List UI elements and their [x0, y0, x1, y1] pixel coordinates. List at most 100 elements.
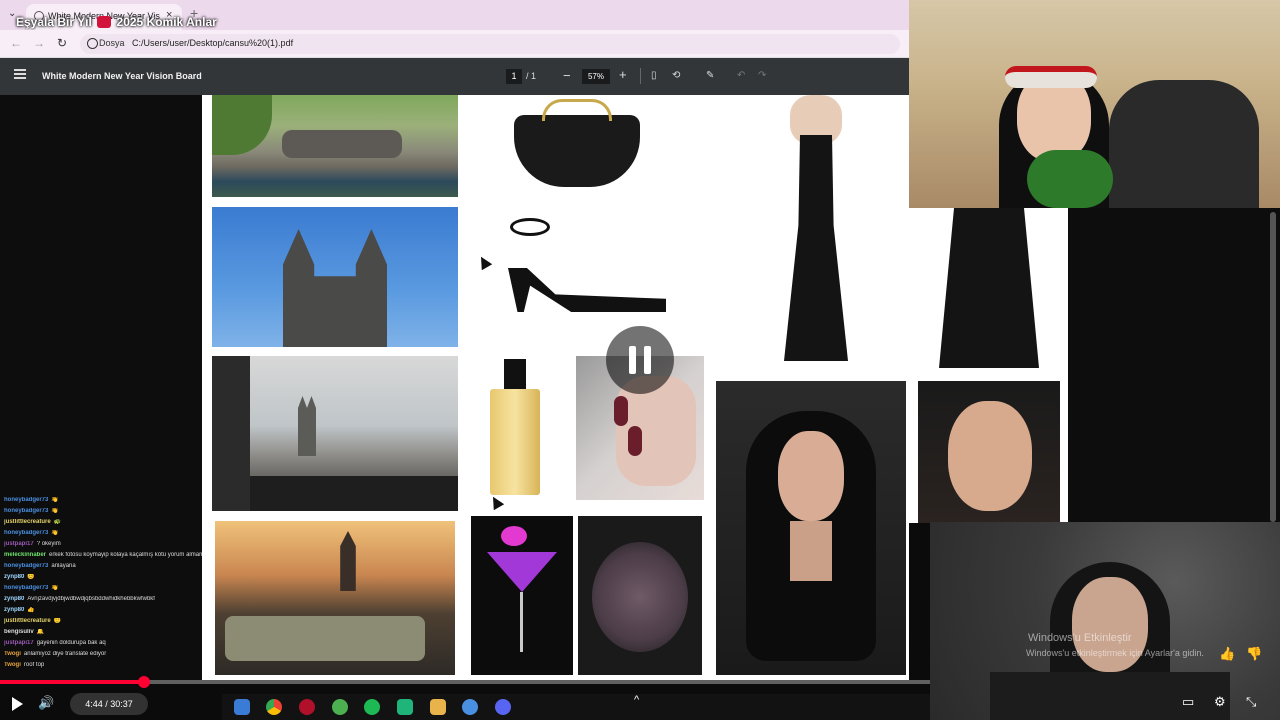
right-dark-panel — [1068, 208, 1280, 523]
chat-text: roof top — [23, 662, 45, 668]
webcam-top — [909, 0, 1280, 208]
chat-message: honeybadger73 👋 — [4, 585, 202, 592]
zoom-out-button[interactable]: − — [563, 68, 571, 83]
chat-username[interactable]: Twogi — [4, 651, 21, 657]
back-button[interactable]: ← — [10, 36, 22, 50]
volume-icon[interactable]: 🔊 — [38, 695, 54, 711]
chat-text: 🐢 — [53, 519, 62, 525]
pdf-page-extension — [909, 208, 1068, 523]
thumbs-up-icon[interactable]: 👍 — [1219, 646, 1235, 662]
cologne-cathedral-image — [212, 207, 458, 347]
exit-fullscreen-icon[interactable]: ⤡ — [1246, 694, 1256, 710]
chat-username[interactable]: honeybadger73 — [4, 563, 48, 569]
chat-message: zynp80 👍 — [4, 607, 202, 614]
rotate-icon[interactable]: ⟲ — [672, 70, 680, 81]
settings-gear-icon[interactable]: ⚙ — [1214, 694, 1226, 710]
chat-text: 👋 — [51, 530, 59, 536]
captions-icon[interactable]: ▭ — [1182, 694, 1194, 710]
reload-button[interactable]: ↻ — [57, 36, 67, 50]
annotate-icon[interactable]: ✎ — [706, 70, 714, 81]
chat-message: honeybadger73 👋 — [4, 497, 202, 504]
cafe-city-view-image — [212, 356, 458, 511]
thumbs-down-icon[interactable]: 👎 — [1246, 646, 1262, 662]
menu-icon[interactable] — [14, 69, 26, 79]
chat-username[interactable]: zynp80 — [4, 607, 24, 613]
black-handbag-image — [502, 95, 652, 195]
rooftop-terrace-image — [215, 521, 455, 675]
portrait-model-2-image — [918, 381, 1060, 523]
black-gown-image — [762, 95, 870, 363]
chat-username[interactable]: honeybadger73 — [4, 530, 48, 536]
url-text[interactable]: C:/Users/user/Desktop/cansu%20(1).pdf — [132, 38, 293, 48]
stream-title-part1: Eşya — [16, 15, 45, 29]
stream-title-part2: la Bir Yıl — [44, 15, 92, 29]
chat-username[interactable]: justlittlecreature — [4, 618, 51, 624]
chat-username[interactable]: Twogi — [4, 662, 21, 668]
chat-username[interactable]: justlittlecreature — [4, 519, 51, 525]
redo-icon[interactable]: ↷ — [758, 70, 766, 81]
forward-button[interactable]: → — [33, 36, 45, 50]
chat-text: 👍 — [27, 607, 35, 613]
portrait-model-1-image — [716, 381, 906, 675]
undo-icon[interactable]: ↶ — [737, 70, 745, 81]
chat-text: anlamiyoz diye translate ediyor — [23, 651, 107, 657]
chat-text: 👋 — [51, 585, 59, 591]
address-bar-row: ← → ↻ Dosya C:/Users/user/Desktop/cansu%… — [0, 30, 909, 58]
chat-username[interactable]: meleckinnaber — [4, 552, 46, 558]
security-chip[interactable]: Dosya — [99, 38, 125, 48]
zoo-elephants-image — [212, 95, 458, 197]
toolbar-divider — [640, 68, 641, 84]
chat-message: honeybadger73 anlayana — [4, 563, 202, 570]
chat-text: 🙂 — [53, 618, 62, 624]
perfume-bottle-image — [484, 357, 544, 497]
left-sidebar-panel — [0, 95, 202, 680]
pdf-page — [202, 95, 909, 680]
zoom-in-button[interactable]: + — [619, 67, 627, 82]
progress-knob[interactable] — [138, 676, 151, 688]
chat-username[interactable]: justpapi17 — [4, 640, 34, 646]
chat-message: meleckinnaber erkek fotosu koymayip kolay… — [4, 552, 202, 559]
chat-text: gayenin doldurupa bak aq — [36, 640, 106, 646]
chat-username[interactable]: zynp80 — [4, 596, 24, 602]
chat-text: 👋 — [51, 497, 59, 503]
chat-text: ? okeyim — [36, 541, 61, 547]
info-icon[interactable] — [87, 38, 98, 49]
chat-message: bengisuliv 🔔 — [4, 629, 202, 636]
screen: ⌄ White Modern New Year Vision × + Eşyal… — [0, 0, 1280, 720]
fit-page-icon[interactable]: ▯ — [651, 70, 657, 81]
heart-icon — [97, 16, 112, 28]
stream-title-overlay: Eşyala Bir Yıl 2025 Komik Anlar — [16, 15, 217, 29]
chat-text: 🔔 — [36, 629, 45, 635]
progress-fill — [0, 680, 145, 684]
browser-tab-strip: ⌄ White Modern New Year Vision × + Eşyal… — [0, 0, 909, 30]
pause-overlay-button[interactable] — [606, 326, 674, 394]
url-field[interactable]: Dosya C:/Users/user/Desktop/cansu%20(1).… — [80, 34, 900, 54]
chat-username[interactable]: justpapi17 — [4, 541, 34, 547]
chat-text: Avnjzavdjvjdbjwdbwdjqbsbddwhidkhebbkwfwb… — [27, 596, 155, 602]
page-number-input[interactable]: 1 — [506, 69, 522, 84]
pause-bar-right — [644, 346, 651, 374]
purple-cocktail-image — [471, 516, 573, 675]
chat-message: zynp80 😊 — [4, 574, 202, 581]
play-icon[interactable] — [12, 697, 23, 711]
chat-text: 😊 — [27, 574, 35, 580]
chat-message: Twogi roof top — [4, 662, 202, 669]
zoom-level-input[interactable]: 57% — [582, 69, 610, 84]
chat-message: justlittlecreature 🙂 — [4, 618, 202, 625]
tulips-bouquet-image — [578, 516, 702, 675]
chat-message: justpapi17 gayenin doldurupa bak aq — [4, 640, 202, 647]
chat-username[interactable]: honeybadger73 — [4, 508, 48, 514]
chat-message: justpapi17? okeyim — [4, 541, 202, 548]
chat-message: zynp80 Avnjzavdjvjdbjwdbwdjqbsbddwhidkheb… — [4, 596, 202, 603]
black-heels-image — [502, 210, 672, 325]
time-display: 4:44 / 30:37 — [70, 693, 148, 715]
chat-username[interactable]: bengisuliv — [4, 629, 34, 635]
windows-activation-subtitle: Windows'u etkinleştirmek için Ayarlar'a … — [1026, 648, 1204, 658]
vertical-scrollbar[interactable] — [1270, 212, 1276, 522]
chat-message: justlittlecreature 🐢 — [4, 519, 202, 526]
chat-text: anlayana — [51, 563, 76, 569]
chat-username[interactable]: honeybadger73 — [4, 497, 48, 503]
stream-title-part3: 2025 Komik Anlar — [116, 15, 217, 29]
chat-username[interactable]: honeybadger73 — [4, 585, 48, 591]
chat-username[interactable]: zynp80 — [4, 574, 24, 580]
